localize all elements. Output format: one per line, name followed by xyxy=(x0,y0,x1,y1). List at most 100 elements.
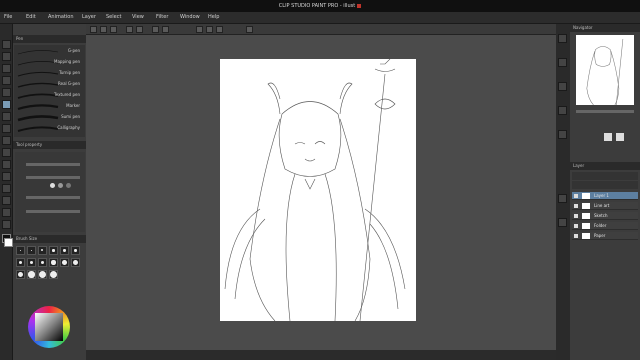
balloon-tool-icon[interactable] xyxy=(2,220,11,229)
menu-animation[interactable]: Animation xyxy=(48,14,74,20)
snap-icon[interactable] xyxy=(246,26,253,33)
selection-icon[interactable] xyxy=(196,26,203,33)
blend-tool-icon[interactable] xyxy=(2,160,11,169)
eye-icon[interactable] xyxy=(574,234,578,238)
flip-icon[interactable] xyxy=(616,133,624,141)
canvas-page[interactable] xyxy=(220,58,416,322)
anti-alias-option[interactable] xyxy=(66,183,71,188)
brush-size-option[interactable] xyxy=(38,270,47,279)
opacity-slider[interactable] xyxy=(26,176,80,179)
brush-size-option[interactable] xyxy=(38,246,47,255)
clear-icon[interactable] xyxy=(152,26,159,33)
brush-size-option[interactable] xyxy=(49,246,58,255)
sub-tool-item[interactable]: Mapping pen xyxy=(16,59,82,66)
move-tool-icon[interactable] xyxy=(2,52,11,61)
menu-edit[interactable]: Edit xyxy=(26,14,36,20)
brush-size-option[interactable] xyxy=(71,258,80,267)
stabilization-slider[interactable] xyxy=(26,196,80,199)
eraser-tool-icon[interactable] xyxy=(2,148,11,157)
sub-tool-item[interactable]: Real G-pen xyxy=(16,81,82,88)
menu-window[interactable]: Window xyxy=(180,14,200,20)
close-icon[interactable] xyxy=(357,3,362,8)
deselect-icon[interactable] xyxy=(206,26,213,33)
figure-tool-icon[interactable] xyxy=(2,196,11,205)
brush-size-option[interactable] xyxy=(16,258,25,267)
menu-layer[interactable]: Layer xyxy=(82,14,96,20)
undo-icon[interactable] xyxy=(126,26,133,33)
invert-selection-icon[interactable] xyxy=(216,26,223,33)
layer-row[interactable]: Sketch xyxy=(572,212,638,220)
brush-size-option[interactable] xyxy=(16,246,25,255)
sub-tool-item[interactable]: G-pen xyxy=(16,48,82,55)
brush-size-option[interactable] xyxy=(27,246,36,255)
eye-icon[interactable] xyxy=(574,194,578,198)
redo-icon[interactable] xyxy=(136,26,143,33)
tool-property-tab[interactable]: Tool property xyxy=(13,141,86,149)
eye-icon[interactable] xyxy=(574,224,578,228)
brush-size-tab[interactable]: Brush Size xyxy=(13,235,86,243)
layer-row[interactable]: Layer 1 xyxy=(572,192,638,200)
color-saturation-square[interactable] xyxy=(35,313,63,341)
sub-tool-item[interactable]: Sumi pen xyxy=(16,114,82,122)
brush-size-option[interactable] xyxy=(60,258,69,267)
info-toggle-icon[interactable] xyxy=(558,82,567,91)
sub-tool-item[interactable]: Textured pen xyxy=(16,92,82,99)
sub-tool-item[interactable]: Marker xyxy=(16,103,82,111)
layer-toggle-icon[interactable] xyxy=(558,194,567,203)
text-tool-icon[interactable] xyxy=(2,208,11,217)
brush-size-option[interactable] xyxy=(38,258,47,267)
material-toggle-icon[interactable] xyxy=(558,218,567,227)
layer-row[interactable]: Folder xyxy=(572,222,638,230)
brush-size-option[interactable] xyxy=(16,270,25,279)
history-toggle-icon[interactable] xyxy=(558,130,567,139)
color-wheel[interactable] xyxy=(28,306,70,348)
menu-filter[interactable]: Filter xyxy=(156,14,168,20)
anti-alias-option[interactable] xyxy=(58,183,63,188)
gradient-tool-icon[interactable] xyxy=(2,184,11,193)
rotate-icon[interactable] xyxy=(604,133,612,141)
menu-view[interactable]: View xyxy=(132,14,144,20)
layer-row[interactable]: Paper xyxy=(572,232,638,240)
zoom-tool-icon[interactable] xyxy=(2,40,11,49)
property-toggle-icon[interactable] xyxy=(558,106,567,115)
brush-size-slider[interactable] xyxy=(26,163,80,166)
operation-tool-icon[interactable] xyxy=(2,64,11,73)
transform-icon[interactable] xyxy=(162,26,169,33)
zoom-slider[interactable] xyxy=(576,110,634,113)
menu-select[interactable]: Select xyxy=(106,14,121,20)
navigator-preview[interactable] xyxy=(576,35,634,106)
eye-icon[interactable] xyxy=(574,204,578,208)
sub-color-swatch[interactable] xyxy=(4,238,13,247)
blend-mode-select[interactable] xyxy=(572,172,638,180)
brush-size-option[interactable] xyxy=(60,246,69,255)
navigator-toggle-icon[interactable] xyxy=(558,34,567,43)
fill-tool-icon[interactable] xyxy=(2,172,11,181)
menu-file[interactable]: File xyxy=(4,14,12,20)
brush-size-option[interactable] xyxy=(49,270,58,279)
brush-tool-icon[interactable] xyxy=(2,124,11,133)
layer-row[interactable]: Line art xyxy=(572,202,638,210)
pen-tool-icon[interactable] xyxy=(2,100,11,109)
new-file-icon[interactable] xyxy=(90,26,97,33)
brush-size-option[interactable] xyxy=(27,258,36,267)
sub-view-toggle-icon[interactable] xyxy=(558,58,567,67)
horizontal-scrollbar[interactable] xyxy=(86,350,556,360)
brush-size-option[interactable] xyxy=(27,270,36,279)
brush-size-option[interactable] xyxy=(49,258,58,267)
open-file-icon[interactable] xyxy=(100,26,107,33)
anti-alias-option[interactable] xyxy=(50,183,55,188)
eye-icon[interactable] xyxy=(574,214,578,218)
taper-slider[interactable] xyxy=(26,210,80,213)
brush-size-option[interactable] xyxy=(71,246,80,255)
selection-tool-icon[interactable] xyxy=(2,76,11,85)
layer-tab[interactable]: Layer xyxy=(570,162,640,170)
sub-tool-item[interactable]: Calligraphy xyxy=(16,125,82,132)
airbrush-tool-icon[interactable] xyxy=(2,136,11,145)
sub-tool-item[interactable]: Turnip pen xyxy=(16,70,82,77)
eyedropper-tool-icon[interactable] xyxy=(2,88,11,97)
save-icon[interactable] xyxy=(110,26,117,33)
sub-tool-tab[interactable]: Pen xyxy=(13,35,86,43)
navigator-tab[interactable]: Navigator xyxy=(570,24,640,32)
pencil-tool-icon[interactable] xyxy=(2,112,11,121)
menu-help[interactable]: Help xyxy=(208,14,219,20)
